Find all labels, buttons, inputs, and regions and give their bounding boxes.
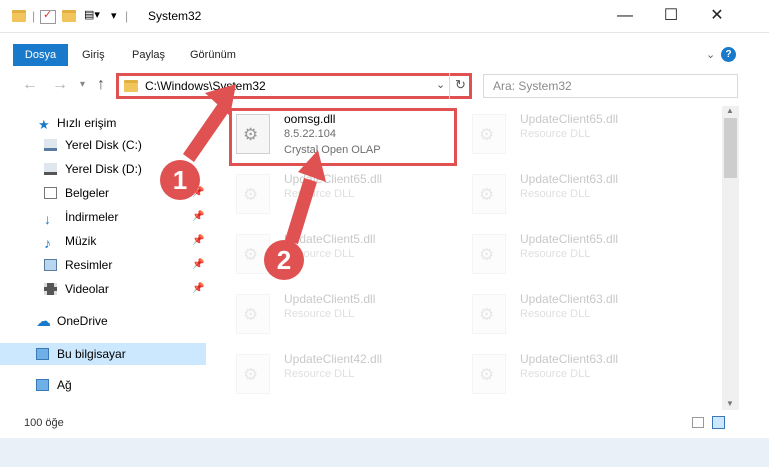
step-2-badge: 2 (264, 240, 304, 280)
step-1-badge: 1 (160, 160, 200, 200)
annotation-arrows (183, 84, 326, 244)
arrow-2-head (298, 150, 326, 182)
arrow-1-shaft (183, 102, 230, 162)
arrow-2-shaft (285, 178, 317, 244)
